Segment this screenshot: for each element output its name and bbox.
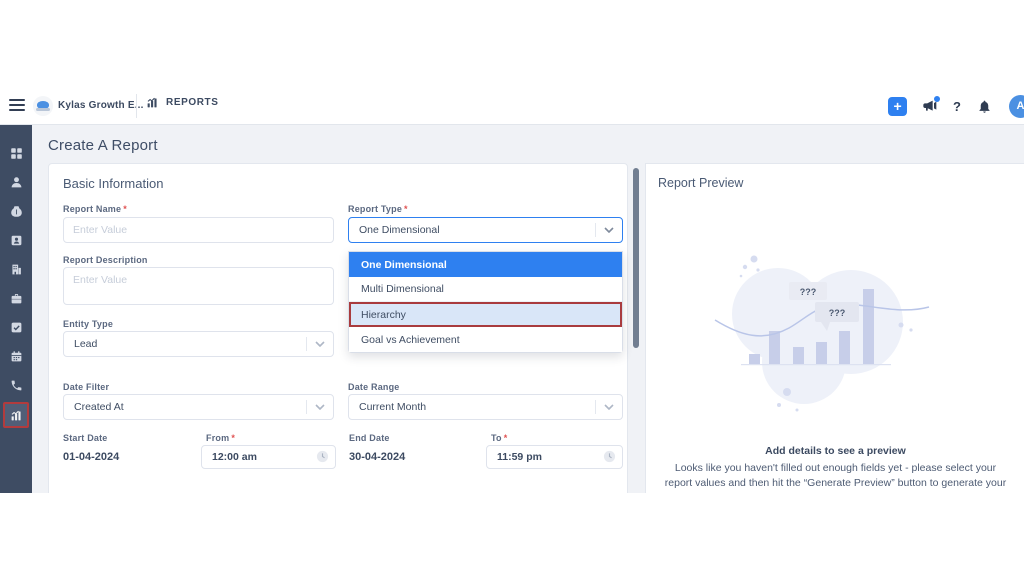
sidebar-item-contacts[interactable] bbox=[0, 168, 32, 197]
main-region: Create A Report Basic Information Report… bbox=[0, 125, 1024, 493]
report-type-value: One Dimensional bbox=[349, 224, 595, 236]
chevron-down-icon bbox=[596, 227, 622, 233]
nav-item-reports[interactable]: REPORTS bbox=[146, 96, 219, 109]
announcements-button[interactable] bbox=[921, 97, 939, 115]
from-label: From* bbox=[206, 433, 235, 443]
option-hierarchy[interactable]: Hierarchy bbox=[349, 302, 622, 327]
option-one-dimensional[interactable]: One Dimensional bbox=[349, 252, 622, 277]
basic-information-card: Basic Information Report Name* Report Ty… bbox=[48, 163, 628, 493]
entity-type-label: Entity Type bbox=[63, 319, 113, 329]
chevron-down-icon bbox=[307, 404, 333, 410]
sidebar-item-deals[interactable] bbox=[0, 197, 32, 226]
help-button[interactable]: ? bbox=[953, 99, 961, 114]
dashboard-icon bbox=[10, 147, 23, 160]
bubble-text-1: ??? bbox=[800, 287, 817, 297]
report-name-input[interactable] bbox=[63, 217, 334, 243]
preview-title: Report Preview bbox=[658, 176, 743, 190]
to-time-field bbox=[486, 445, 623, 469]
chevron-down-icon bbox=[596, 404, 622, 410]
sidebar-item-meetings[interactable] bbox=[0, 342, 32, 371]
briefcase-icon bbox=[10, 292, 23, 305]
date-filter-select[interactable]: Created At bbox=[63, 394, 334, 420]
start-date-label: Start Date bbox=[63, 433, 108, 443]
calendar-icon bbox=[10, 350, 23, 363]
bubble-text-2: ??? bbox=[829, 308, 846, 318]
form-scrollbar[interactable] bbox=[633, 168, 639, 348]
brand-logo[interactable] bbox=[33, 96, 53, 116]
date-filter-value: Created At bbox=[64, 401, 306, 413]
hamburger-menu-icon[interactable] bbox=[9, 99, 25, 112]
section-title: Basic Information bbox=[63, 176, 163, 191]
bell-icon bbox=[977, 99, 992, 114]
nav-reports-label: REPORTS bbox=[166, 97, 219, 108]
report-type-label: Report Type* bbox=[348, 204, 408, 214]
to-label: To* bbox=[491, 433, 507, 443]
reports-chart-icon bbox=[146, 96, 159, 109]
report-type-select[interactable]: One Dimensional bbox=[348, 217, 623, 243]
option-goal-vs-achievement[interactable]: Goal vs Achievement bbox=[349, 327, 622, 352]
from-time-field bbox=[201, 445, 336, 469]
report-type-dropdown-menu: One Dimensional Multi Dimensional Hierar… bbox=[348, 251, 623, 353]
chevron-down-icon bbox=[307, 341, 333, 347]
notifications-button[interactable] bbox=[975, 97, 993, 115]
entity-type-select[interactable]: Lead bbox=[63, 331, 334, 357]
topbar-actions: + ? A bbox=[888, 87, 1024, 125]
reports-chart-icon bbox=[10, 409, 23, 422]
brand-name: Kylas Growth E... bbox=[58, 100, 144, 111]
end-date-label: End Date bbox=[349, 433, 390, 443]
sidebar-item-dashboard[interactable] bbox=[0, 139, 32, 168]
start-date-value: 01-04-2024 bbox=[63, 451, 119, 463]
empty-state-line2: report values and then hit the “Generate… bbox=[646, 477, 1024, 489]
entity-type-value: Lead bbox=[64, 338, 306, 350]
clock-icon bbox=[316, 450, 329, 468]
user-avatar[interactable]: A bbox=[1009, 95, 1024, 118]
announcement-badge bbox=[934, 96, 940, 102]
checkbox-icon bbox=[10, 321, 23, 334]
person-icon bbox=[10, 176, 23, 189]
top-navbar: Kylas Growth E... REPORTS + ? bbox=[0, 87, 1024, 125]
report-name-label: Report Name* bbox=[63, 204, 127, 214]
navbar-divider bbox=[136, 94, 137, 118]
option-multi-dimensional[interactable]: Multi Dimensional bbox=[349, 277, 622, 302]
preview-illustration: ??? ??? bbox=[701, 252, 971, 430]
end-date-value: 30-04-2024 bbox=[349, 451, 405, 463]
empty-state-line1: Looks like you haven't filled out enough… bbox=[646, 462, 1024, 474]
sidebar-item-reports[interactable] bbox=[3, 402, 29, 428]
sidebar-item-leads[interactable] bbox=[0, 226, 32, 255]
sidebar-item-products[interactable] bbox=[0, 284, 32, 313]
report-description-input[interactable] bbox=[63, 267, 334, 305]
sidebar bbox=[0, 125, 32, 493]
sidebar-item-calls[interactable] bbox=[0, 371, 32, 400]
empty-state-title: Add details to see a preview bbox=[646, 445, 1024, 457]
quick-add-button[interactable]: + bbox=[888, 97, 907, 116]
date-range-value: Current Month bbox=[349, 401, 595, 413]
report-preview-panel: Report Preview bbox=[645, 163, 1024, 493]
report-description-label: Report Description bbox=[63, 255, 148, 265]
date-filter-label: Date Filter bbox=[63, 382, 109, 392]
phone-icon bbox=[10, 379, 23, 392]
clock-icon bbox=[603, 450, 616, 468]
date-range-select[interactable]: Current Month bbox=[348, 394, 623, 420]
app-window: Kylas Growth E... REPORTS + ? bbox=[0, 0, 1024, 576]
sidebar-item-companies[interactable] bbox=[0, 255, 32, 284]
date-range-label: Date Range bbox=[348, 382, 400, 392]
building-icon bbox=[10, 263, 23, 276]
contact-card-icon bbox=[10, 234, 23, 247]
money-bag-icon bbox=[10, 205, 23, 218]
sidebar-item-tasks[interactable] bbox=[0, 313, 32, 342]
page-title: Create A Report bbox=[48, 137, 158, 154]
